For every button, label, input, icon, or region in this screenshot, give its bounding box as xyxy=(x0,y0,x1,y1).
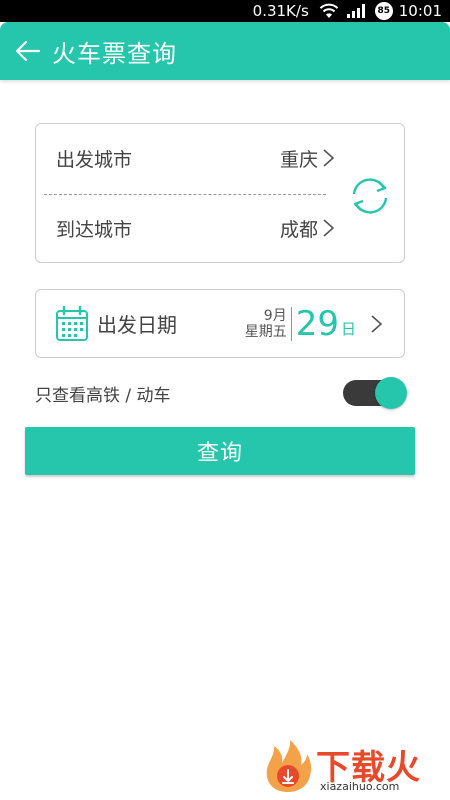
high-speed-filter-toggle[interactable] xyxy=(343,376,407,410)
watermark-domain: xiazaihuo.com xyxy=(320,780,400,793)
high-speed-filter-label: 只查看高铁 / 动车 xyxy=(35,385,171,406)
departure-city-row[interactable]: 出发城市 重庆 xyxy=(36,124,336,192)
date-month: 9月 xyxy=(263,307,287,324)
departure-city-value: 重庆 xyxy=(280,145,336,172)
high-speed-filter-row: 只查看高铁 / 动车 xyxy=(35,373,407,413)
arrival-city-label: 到达城市 xyxy=(56,218,133,241)
swap-cities-icon[interactable] xyxy=(348,174,392,218)
arrival-city-row[interactable]: 到达城市 成都 xyxy=(36,194,336,262)
date-separator xyxy=(290,306,292,341)
date-month-weekday: 9月 星期五 xyxy=(245,308,287,340)
toggle-knob xyxy=(375,377,407,409)
chevron-right-icon xyxy=(323,149,335,167)
query-button[interactable]: 查询 xyxy=(25,427,415,475)
wifi-icon xyxy=(319,3,339,19)
watermark-logo: 下载火 xiazaihuo.com xyxy=(262,738,442,796)
selected-date: 9月 星期五 29 日 xyxy=(245,290,384,357)
arrival-city-name: 成都 xyxy=(279,218,318,241)
chevron-right-icon xyxy=(371,314,383,333)
date-weekday: 星期五 xyxy=(244,323,287,340)
departure-city-label: 出发城市 xyxy=(56,148,133,171)
departure-city-name: 重庆 xyxy=(279,148,318,171)
status-bar: 0.31K/s 85 10:01 xyxy=(0,0,450,22)
date-day: 29 xyxy=(295,303,339,344)
arrival-city-value: 成都 xyxy=(280,215,336,242)
page-title: 火车票查询 xyxy=(52,39,177,68)
flame-logo-icon xyxy=(266,740,312,792)
battery-icon: 85 xyxy=(374,2,393,20)
clock: 10:01 xyxy=(398,2,442,20)
back-arrow-icon[interactable] xyxy=(8,31,48,71)
city-selection-card: 出发城市 重庆 到达城市 成都 xyxy=(35,123,405,263)
departure-date-label: 出发日期 xyxy=(97,313,177,337)
network-speed: 0.31K/s xyxy=(252,2,309,20)
chevron-right-icon xyxy=(323,219,335,237)
signal-icon xyxy=(346,4,365,18)
app-header: 火车票查询 xyxy=(0,22,450,80)
departure-date-card[interactable]: 出发日期 9月 星期五 29 日 xyxy=(35,289,405,358)
calendar-icon xyxy=(56,305,88,341)
date-day-unit: 日 xyxy=(340,320,356,338)
